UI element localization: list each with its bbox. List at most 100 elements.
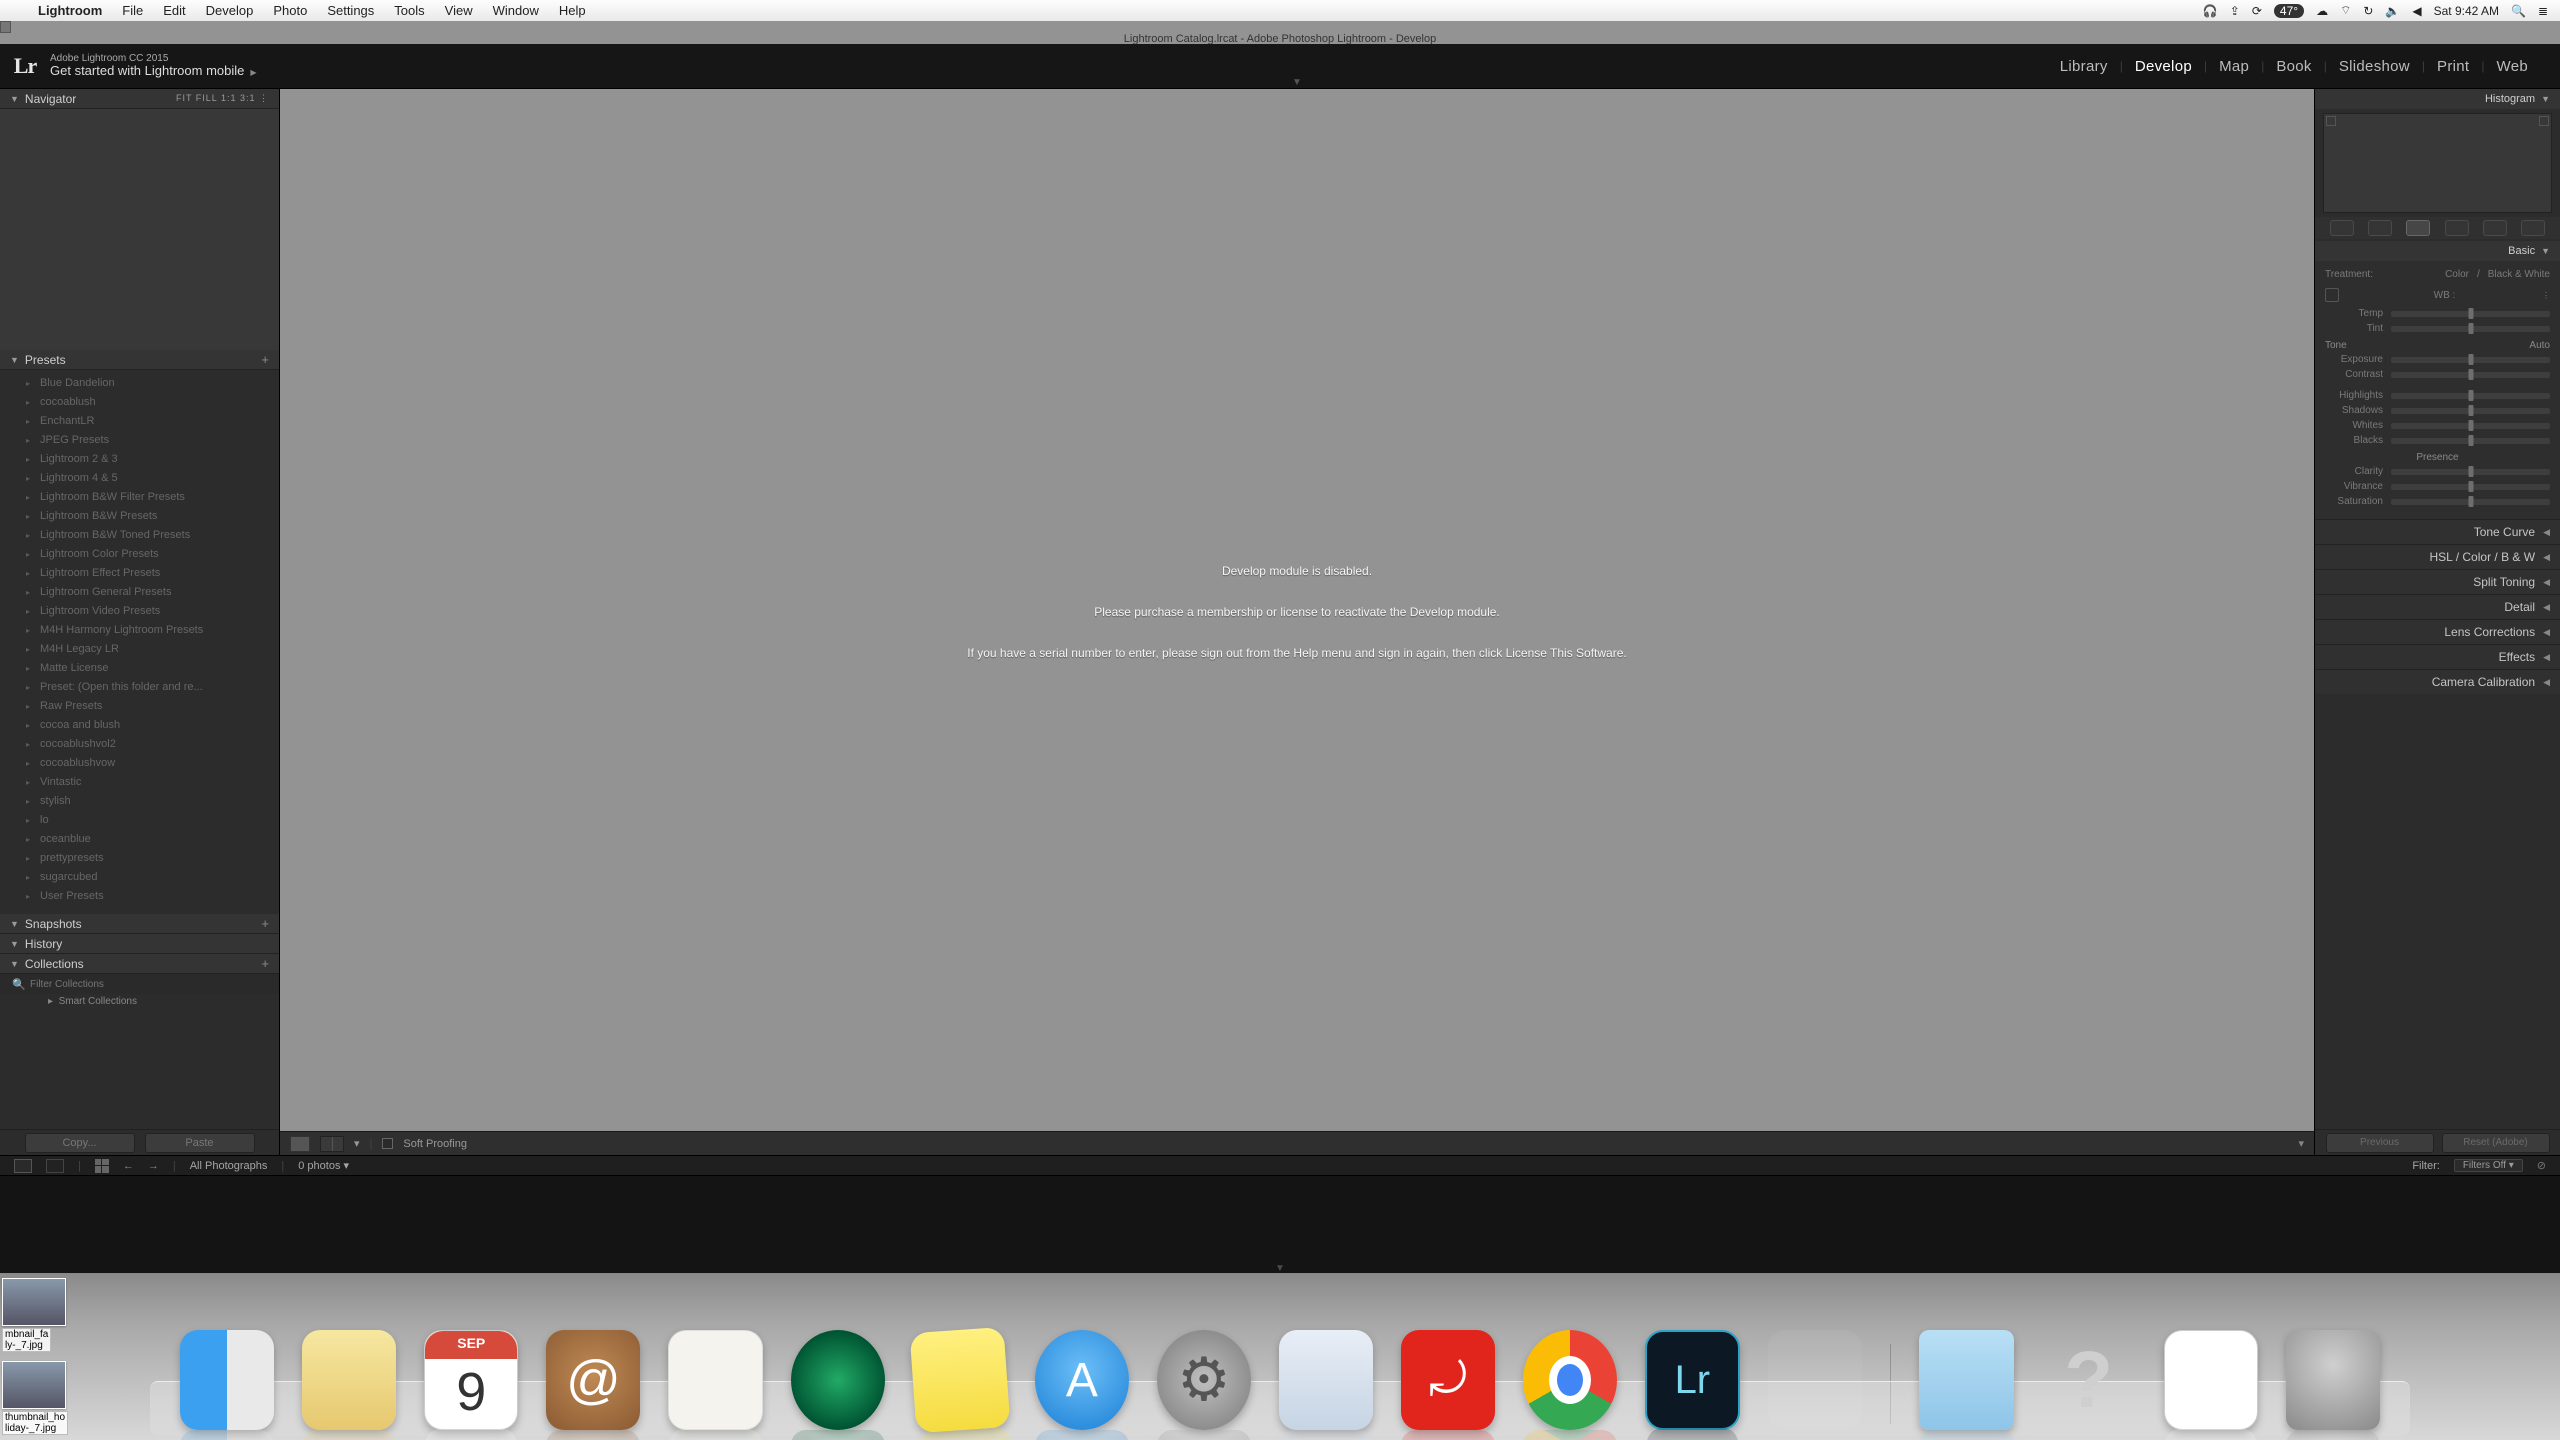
volume-icon[interactable]: 🔈 bbox=[2385, 4, 2400, 18]
preset-folder[interactable]: stylish bbox=[0, 792, 279, 811]
section-effects[interactable]: Effects◀ bbox=[2315, 644, 2560, 669]
window-minimize-button[interactable] bbox=[29, 27, 40, 38]
filmstrip[interactable]: ▼ bbox=[0, 1175, 2560, 1273]
radial-filter-tool[interactable] bbox=[2483, 220, 2507, 236]
cloud-icon[interactable]: ☁ bbox=[2316, 4, 2328, 18]
desktop-file-thumbnail[interactable] bbox=[2, 1361, 66, 1409]
dock-finder-icon[interactable] bbox=[180, 1330, 274, 1430]
preset-folder[interactable]: Preset: (Open this folder and re... bbox=[0, 678, 279, 697]
module-library[interactable]: Library bbox=[2048, 58, 2120, 75]
section-split[interactable]: Split Toning◀ bbox=[2315, 569, 2560, 594]
notification-center-icon[interactable]: ≣ bbox=[2538, 4, 2548, 18]
preset-folder[interactable]: lo bbox=[0, 811, 279, 830]
preset-folder[interactable]: cocoa and blush bbox=[0, 716, 279, 735]
preset-folder[interactable]: Lightroom 4 & 5 bbox=[0, 469, 279, 488]
fastswitch-icon[interactable]: ◀ bbox=[2412, 4, 2421, 18]
tint-slider[interactable] bbox=[2391, 326, 2550, 332]
menu-tools[interactable]: Tools bbox=[384, 0, 434, 22]
treatment-bw[interactable]: Black & White bbox=[2488, 269, 2550, 280]
preset-folder[interactable]: Lightroom Video Presets bbox=[0, 602, 279, 621]
auto-tone-button[interactable]: Auto bbox=[2529, 340, 2550, 351]
toolbar-dropdown-icon[interactable]: ▾ bbox=[354, 1137, 360, 1150]
whites-slider[interactable] bbox=[2391, 423, 2550, 429]
spotlight-icon[interactable]: 🔍 bbox=[2511, 4, 2526, 18]
dropbox-icon[interactable]: ⇪ bbox=[2230, 4, 2240, 18]
dock-reminders-icon[interactable] bbox=[668, 1330, 762, 1430]
preset-folder[interactable]: Lightroom General Presets bbox=[0, 583, 279, 602]
preset-folder[interactable]: Lightroom 2 & 3 bbox=[0, 450, 279, 469]
go-fwd-icon[interactable]: → bbox=[148, 1160, 159, 1172]
sync-icon[interactable]: ⟳ bbox=[2252, 4, 2262, 18]
preset-folder[interactable]: prettypresets bbox=[0, 849, 279, 868]
source-label[interactable]: All Photographs bbox=[190, 1160, 268, 1172]
preset-folder[interactable]: Raw Presets bbox=[0, 697, 279, 716]
highlights-slider[interactable] bbox=[2391, 393, 2550, 399]
main-window-button[interactable] bbox=[14, 1159, 32, 1173]
brush-tool[interactable] bbox=[2521, 220, 2545, 236]
shadows-slider[interactable] bbox=[2391, 408, 2550, 414]
go-back-icon[interactable]: ← bbox=[123, 1160, 134, 1172]
wifi-icon[interactable]: ⌔ bbox=[2340, 3, 2351, 18]
section-detail[interactable]: Detail◀ bbox=[2315, 594, 2560, 619]
panel-collapse-top-icon[interactable]: ▼ bbox=[1292, 77, 1302, 88]
snapshots-header[interactable]: ▼Snapshots bbox=[0, 914, 279, 934]
dock-timemachine-icon[interactable] bbox=[791, 1330, 885, 1430]
window-close-button[interactable] bbox=[10, 27, 21, 38]
module-book[interactable]: Book bbox=[2264, 58, 2323, 75]
dock-stickies-icon[interactable] bbox=[909, 1327, 1010, 1433]
redeye-tool[interactable] bbox=[2406, 220, 2430, 236]
preset-folder[interactable]: Lightroom B&W Toned Presets bbox=[0, 526, 279, 545]
dock-mail-icon[interactable] bbox=[1279, 1330, 1373, 1430]
blacks-slider[interactable] bbox=[2391, 438, 2550, 444]
preset-folder[interactable]: cocoablushvow bbox=[0, 754, 279, 773]
section-tonecurve[interactable]: Tone Curve◀ bbox=[2315, 519, 2560, 544]
module-web[interactable]: Web bbox=[2485, 58, 2540, 75]
grad-filter-tool[interactable] bbox=[2445, 220, 2469, 236]
paste-button[interactable]: Paste bbox=[145, 1133, 255, 1153]
crop-tool[interactable] bbox=[2330, 220, 2354, 236]
navigator-zoom-controls[interactable]: FIT FILL 1:1 3:1 ⋮ bbox=[176, 93, 269, 104]
dock-chrome-icon[interactable] bbox=[1523, 1330, 1617, 1430]
temperature-indicator[interactable]: 47° bbox=[2274, 4, 2304, 18]
dock-contacts-icon[interactable] bbox=[546, 1330, 640, 1430]
contrast-slider[interactable] bbox=[2391, 372, 2550, 378]
vibrance-slider[interactable] bbox=[2391, 484, 2550, 490]
dock-lightroom-icon[interactable]: Lr bbox=[1645, 1330, 1739, 1430]
histogram-header[interactable]: Histogram▼ bbox=[2315, 89, 2560, 109]
preset-folder[interactable]: Lightroom Effect Presets bbox=[0, 564, 279, 583]
toolbar-overflow-icon[interactable]: ▾ bbox=[2298, 1137, 2304, 1150]
module-slideshow[interactable]: Slideshow bbox=[2327, 58, 2422, 75]
dock-systemprefs-icon[interactable] bbox=[1157, 1330, 1251, 1430]
filters-off-dropdown[interactable]: Filters Off ▾ bbox=[2454, 1159, 2523, 1172]
preset-folder[interactable]: M4H Harmony Lightroom Presets bbox=[0, 621, 279, 640]
saturation-slider[interactable] bbox=[2391, 499, 2550, 505]
preset-folder[interactable]: oceanblue bbox=[0, 830, 279, 849]
treatment-color[interactable]: Color bbox=[2445, 269, 2469, 280]
soft-proofing-checkbox[interactable] bbox=[382, 1138, 393, 1149]
dock-calendar-icon[interactable]: SEP9 bbox=[424, 1330, 518, 1430]
menu-photo[interactable]: Photo bbox=[263, 0, 317, 22]
basic-header[interactable]: Basic▼ bbox=[2315, 241, 2560, 261]
preset-folder[interactable]: EnchantLR bbox=[0, 412, 279, 431]
headphones-icon[interactable]: 🎧 bbox=[2203, 4, 2218, 18]
identity-dropdown-icon[interactable]: ▶ bbox=[250, 68, 256, 77]
menu-settings[interactable]: Settings bbox=[317, 0, 384, 22]
dock-downloads-folder-icon[interactable] bbox=[1919, 1330, 2013, 1430]
dock-trash-icon[interactable] bbox=[2286, 1330, 2380, 1430]
temp-slider[interactable] bbox=[2391, 311, 2550, 317]
clip-shadows-icon[interactable] bbox=[2326, 116, 2336, 126]
previous-button[interactable]: Previous bbox=[2326, 1133, 2434, 1153]
loupe-view-button[interactable] bbox=[290, 1136, 310, 1152]
wb-eyedropper-icon[interactable] bbox=[2325, 288, 2339, 302]
window-zoom-button[interactable] bbox=[48, 27, 59, 38]
menu-edit[interactable]: Edit bbox=[153, 0, 195, 22]
module-develop[interactable]: Develop bbox=[2123, 58, 2204, 75]
menu-develop[interactable]: Develop bbox=[196, 0, 264, 22]
menu-file[interactable]: File bbox=[112, 0, 153, 22]
module-map[interactable]: Map bbox=[2207, 58, 2261, 75]
menu-window[interactable]: Window bbox=[483, 0, 549, 22]
spot-tool[interactable] bbox=[2368, 220, 2392, 236]
clip-highlights-icon[interactable] bbox=[2539, 116, 2549, 126]
second-window-button[interactable] bbox=[46, 1159, 64, 1173]
collections-header[interactable]: ▼Collections bbox=[0, 954, 279, 974]
